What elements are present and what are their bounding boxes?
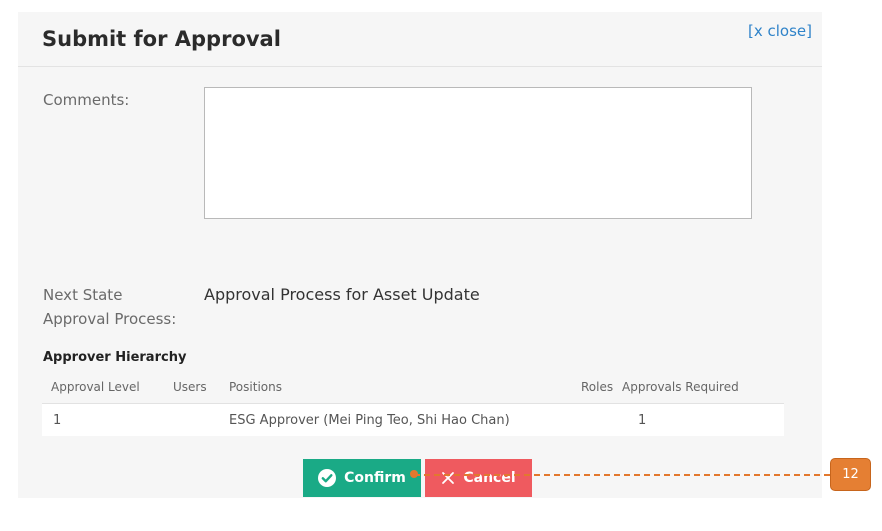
comments-textarea[interactable] [204, 87, 752, 219]
next-state-label-line1: Next State [43, 286, 123, 304]
close-link[interactable]: [x close] [748, 22, 812, 40]
annotation-step-marker: 12 [830, 458, 871, 491]
cancel-label: Cancel [463, 470, 516, 486]
column-header-roles: Roles [581, 380, 614, 394]
annotation-connector-line [414, 474, 830, 476]
dialog-title: Submit for Approval [42, 27, 281, 51]
confirm-button[interactable]: Confirm [303, 459, 421, 497]
annotation-connector-dot [410, 470, 418, 478]
cancel-button[interactable]: Cancel [425, 459, 532, 497]
column-header-approvals-required: Approvals Required [622, 380, 739, 394]
next-state-label-line2: Approval Process: [43, 310, 177, 328]
next-state-value: Approval Process for Asset Update [204, 285, 480, 304]
check-circle-icon [318, 469, 337, 487]
header-divider [18, 66, 822, 67]
approval-dialog: Submit for Approval [x close] Comments: … [18, 12, 822, 498]
cell-approval-level: 1 [53, 413, 62, 428]
column-header-positions: Positions [229, 380, 282, 394]
comments-label: Comments: [43, 91, 130, 109]
cell-positions: ESG Approver (Mei Ping Teo, Shi Hao Chan… [229, 413, 510, 428]
confirm-label: Confirm [344, 470, 406, 486]
column-header-approval-level: Approval Level [51, 380, 140, 394]
approver-hierarchy-title: Approver Hierarchy [43, 350, 187, 365]
column-header-users: Users [173, 380, 207, 394]
cell-approvals-required: 1 [638, 413, 647, 428]
